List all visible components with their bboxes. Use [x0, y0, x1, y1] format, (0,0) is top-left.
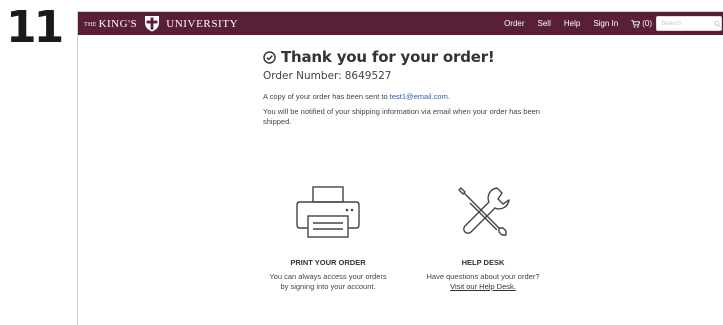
check-circle-icon — [263, 50, 276, 64]
step-number: 11 — [6, 2, 64, 53]
print-order-heading: PRINT YOUR ORDER — [290, 258, 366, 267]
page-title: Thank you for your order! — [281, 48, 495, 66]
nav-sell[interactable]: Sell — [538, 19, 551, 28]
shield-logo-icon — [145, 16, 160, 32]
help-desk-card: HELP DESK Have questions about your orde… — [408, 184, 558, 292]
nav-order[interactable]: Order — [504, 19, 524, 28]
search-input[interactable] — [661, 17, 713, 30]
print-order-line-2: by signing into your account. — [280, 282, 376, 291]
email-link[interactable]: test1@email.com — [390, 92, 448, 101]
university-logo[interactable]: THE KING'S UNIVERSITY — [84, 15, 238, 32]
help-desk-line-1: Have questions about your order? — [426, 272, 540, 281]
tools-icon[interactable] — [453, 184, 513, 240]
shipping-notice: You will be notified of your shipping in… — [263, 107, 540, 126]
browser-page: THE KING'S UNIVERSITY Order Sell Help Si… — [77, 11, 723, 325]
email-confirmation-text: A copy of your order has been sent to — [263, 92, 388, 101]
top-navbar: THE KING'S UNIVERSITY Order Sell Help Si… — [78, 12, 723, 35]
brand-name: KING'S — [98, 17, 138, 30]
cart-icon — [631, 19, 641, 28]
search-icon[interactable] — [714, 20, 721, 28]
print-order-card: PRINT YOUR ORDER You can always access y… — [253, 184, 403, 292]
email-confirmation-period: . — [447, 92, 450, 101]
confirmation-section: Thank you for your order! Order Number: 8… — [263, 48, 563, 127]
search-box — [656, 16, 722, 31]
help-desk-link[interactable]: Visit our Help Desk. — [408, 282, 558, 292]
print-order-line-1: You can always access your orders — [269, 272, 387, 281]
nav-links: Order Sell Help Sign In (0) — [504, 12, 652, 35]
order-number-value: 8649527 — [344, 70, 392, 82]
nav-help[interactable]: Help — [564, 19, 580, 28]
print-order-description: You can always access your orders by sig… — [253, 272, 403, 292]
email-confirmation: A copy of your order has been sent to te… — [263, 92, 563, 101]
order-number-label: Order Number: — [263, 70, 342, 82]
printer-icon[interactable] — [292, 184, 364, 240]
help-desk-description: Have questions about your order? Visit o… — [408, 272, 558, 292]
brand-suffix: UNIVERSITY — [166, 17, 239, 30]
cart-count: (0) — [642, 19, 652, 28]
brand-prefix: THE — [84, 22, 97, 28]
cart-link[interactable]: (0) — [631, 19, 652, 28]
help-desk-heading: HELP DESK — [461, 258, 505, 267]
nav-sign-in[interactable]: Sign In — [593, 19, 618, 28]
order-number-line: Order Number: 8649527 — [263, 70, 563, 82]
title-row: Thank you for your order! — [263, 48, 563, 66]
